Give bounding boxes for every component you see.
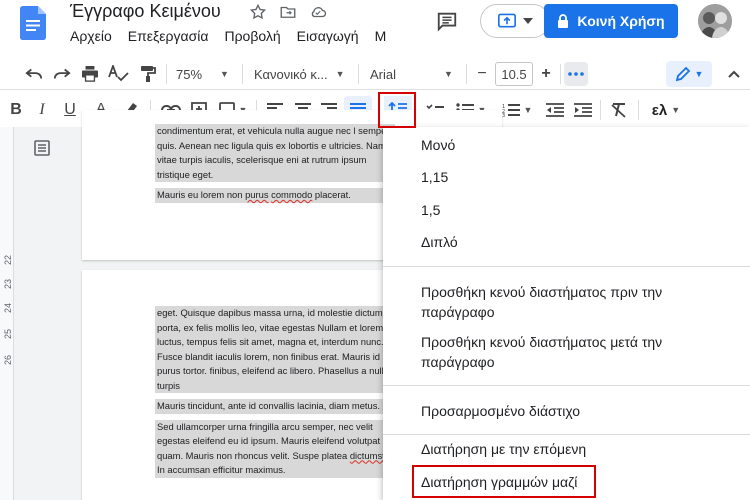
menu-insert[interactable]: Εισαγωγή	[297, 28, 359, 44]
avatar[interactable]	[698, 4, 732, 38]
text-run: Mauris eu lorem non	[157, 189, 246, 200]
menu-item-single[interactable]: Μονό	[421, 135, 455, 155]
ruler-mark: 22	[3, 254, 13, 265]
toolbar-row-1: 75% ▼ Κανονικό κ... ▼ Arial ▼ − 10.5 + ▼	[0, 58, 750, 90]
menu-divider	[383, 266, 750, 267]
paragraph-style-value: Κανονικό κ...	[254, 66, 328, 82]
redo-icon[interactable]	[52, 64, 72, 84]
separator	[166, 64, 167, 84]
cloud-status-icon[interactable]	[308, 2, 328, 22]
menu-item-keep-with-next[interactable]: Διατήρηση με την επόμενη	[421, 439, 586, 459]
menu-item-double[interactable]: Διπλό	[421, 232, 458, 252]
zoom-value: 75%	[176, 66, 203, 82]
menu-item-1-5[interactable]: 1,5	[421, 200, 440, 220]
menu-item-1-15[interactable]: 1,15	[421, 167, 448, 187]
docs-logo-icon[interactable]	[20, 6, 46, 40]
collapse-toolbar-icon[interactable]	[724, 64, 744, 84]
decrease-font-size-button[interactable]: −	[470, 62, 494, 86]
input-tools-label: ελ	[651, 101, 668, 119]
paragraph: eget. Quisque dapibus massa urna, id mol…	[155, 306, 395, 393]
chevron-down-icon: ▼	[694, 69, 704, 79]
chevron-down-icon: ▼	[671, 105, 681, 115]
misspelled-word: dictumst	[349, 449, 385, 461]
ruler-mark: 26	[3, 354, 13, 365]
separator	[466, 64, 467, 84]
paragraph: Sed ullamcorper urna fringilla arcu semp…	[155, 419, 395, 478]
undo-icon[interactable]	[24, 64, 44, 84]
menu-divider	[383, 385, 750, 386]
menu-bar: Αρχείο Επεξεργασία Προβολή Εισαγωγή Μ	[70, 28, 402, 44]
lock-icon	[558, 14, 569, 28]
highlight-box-line-spacing	[378, 92, 416, 128]
svg-text:3: 3	[502, 113, 505, 117]
ruler-mark: 23	[3, 278, 13, 289]
paragraph: Mauris eu lorem non purus commodo placer…	[155, 188, 395, 203]
star-icon[interactable]	[248, 2, 268, 22]
separator	[358, 64, 359, 84]
menu-divider	[383, 434, 750, 435]
increase-indent-icon[interactable]	[572, 99, 594, 121]
numbered-list-icon[interactable]: 123 ▼	[498, 99, 536, 121]
decrease-indent-icon[interactable]	[544, 99, 566, 121]
separator	[242, 64, 243, 84]
misspelled-word: purus	[245, 189, 269, 200]
more-options-icon[interactable]	[564, 62, 588, 86]
share-button-label: Κοινή Χρήση	[577, 13, 665, 29]
menu-edit[interactable]: Επεξεργασία	[128, 28, 209, 44]
pencil-icon	[675, 66, 690, 82]
italic-icon[interactable]: I	[32, 99, 52, 121]
font-select[interactable]: Arial ▼	[370, 64, 462, 84]
print-icon[interactable]	[80, 64, 100, 84]
highlight-box-keep-lines-together	[412, 465, 596, 498]
chevron-down-icon: ▼	[523, 105, 533, 115]
clear-formatting-icon[interactable]	[608, 99, 630, 121]
zoom-select[interactable]: 75% ▼	[176, 64, 232, 84]
paragraph: condimentum erat, et vehicula nulla augu…	[155, 124, 395, 182]
increase-font-size-button[interactable]: +	[534, 62, 558, 86]
page-text: condimentum erat, et vehicula nulla augu…	[155, 124, 395, 209]
chevron-down-icon	[523, 18, 533, 24]
menu-format[interactable]: Μ	[375, 28, 387, 44]
move-folder-icon[interactable]	[278, 2, 298, 22]
editing-mode-button[interactable]: ▼	[666, 61, 712, 87]
spellcheck-icon[interactable]	[108, 64, 130, 84]
menu-item-space-after[interactable]: Προσθήκη κενού διαστήματος μετά την παρά…	[421, 332, 721, 372]
line-spacing-menu: Μονό 1,15 1,5 Διπλό Προσθήκη κενού διαστ…	[383, 127, 750, 500]
underline-icon[interactable]: U	[60, 99, 80, 121]
avatar-image-icon	[698, 4, 732, 38]
present-button[interactable]	[480, 4, 550, 38]
text-run: placerat.	[312, 189, 351, 200]
header-actions: Κοινή Χρήση	[390, 0, 750, 56]
share-button[interactable]: Κοινή Χρήση	[544, 4, 678, 38]
ruler-mark: 24	[3, 302, 13, 313]
present-icon	[498, 13, 516, 28]
chevron-down-icon: ▼	[220, 69, 229, 79]
document-title[interactable]: Έγγραφο Κειμένου	[70, 1, 221, 22]
page-text: eget. Quisque dapibus massa urna, id mol…	[155, 306, 395, 484]
chevron-down-icon: ▼	[444, 69, 453, 79]
paragraph-style-select[interactable]: Κανονικό κ... ▼	[254, 64, 354, 84]
bold-icon[interactable]: B	[6, 99, 26, 121]
menu-item-custom-spacing[interactable]: Προσαρμοσμένο διάστιχο	[421, 401, 580, 421]
menu-view[interactable]: Προβολή	[224, 28, 280, 44]
input-tools-button[interactable]: ελ ▼	[644, 99, 688, 121]
misspelled-word: commodo	[271, 189, 313, 200]
separator	[600, 100, 601, 120]
vertical-ruler[interactable]: 22 23 24 25 26	[0, 127, 14, 500]
separator	[560, 64, 561, 84]
app-header: Έγγραφο Κειμένου Αρχείο Επεξεργασία Προβ…	[0, 0, 750, 56]
font-size-input[interactable]: 10.5	[495, 62, 533, 86]
comment-history-icon[interactable]	[436, 10, 458, 32]
menu-item-space-before[interactable]: Προσθήκη κενού διαστήματος πριν την παρά…	[421, 282, 721, 322]
separator	[638, 100, 639, 120]
paragraph: Mauris tincidunt, ante id convallis laci…	[155, 399, 395, 414]
text-run: Sed ullamcorper urna fringilla arcu semp…	[157, 420, 381, 461]
ruler-mark: 25	[3, 328, 13, 339]
menu-file[interactable]: Αρχείο	[70, 28, 112, 44]
chevron-down-icon: ▼	[335, 69, 345, 79]
document-outline-icon[interactable]	[34, 140, 50, 156]
font-value: Arial	[370, 66, 397, 82]
paint-format-icon[interactable]	[138, 64, 158, 84]
